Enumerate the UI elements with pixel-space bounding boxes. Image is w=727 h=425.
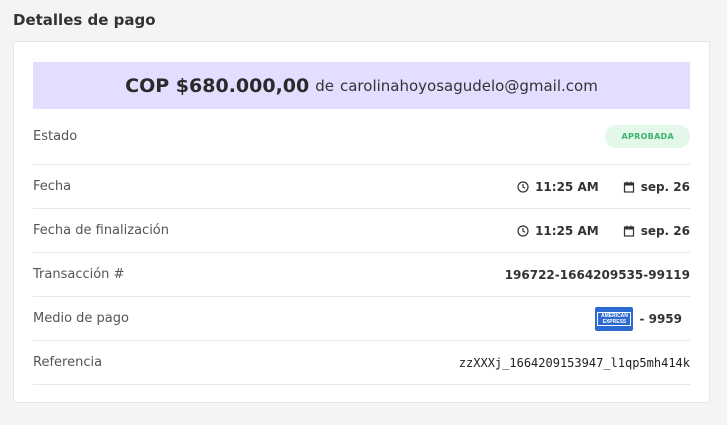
row-label-referencia: Referencia bbox=[33, 355, 103, 370]
fecha-date: sep. 26 bbox=[640, 179, 690, 194]
row-label-medio: Medio de pago bbox=[33, 311, 129, 326]
calendar-icon bbox=[623, 181, 635, 193]
fecha-value: 11:25 AM sep. 26 bbox=[517, 180, 690, 194]
row-label-fecha: Fecha bbox=[33, 179, 72, 194]
row-estado: Estado APROBADA bbox=[33, 109, 690, 165]
clock-icon bbox=[517, 180, 529, 193]
row-fecha: Fecha 11:25 AM sep. 26 bbox=[33, 165, 690, 209]
finalizacion-time: 11:25 AM bbox=[535, 223, 599, 238]
reference-value: zzXXXj_1664209153947_l1qp5mh414k bbox=[458, 355, 690, 370]
row-transaccion: Transacción # 196722-1664209535-99119 bbox=[33, 253, 690, 297]
card-last4: - 9959 bbox=[639, 311, 682, 326]
amex-card-icon: AMERICAN EXPRESS bbox=[595, 306, 634, 331]
payment-method-value: AMERICAN EXPRESS - 9959 bbox=[595, 306, 690, 331]
finalizacion-value: 11:25 AM sep. 26 bbox=[517, 224, 690, 238]
fecha-time: 11:25 AM bbox=[535, 179, 599, 194]
row-label-finalizacion: Fecha de finalización bbox=[33, 223, 169, 238]
details-list: Estado APROBADA Fecha 11:25 AM sep. 26 F… bbox=[33, 109, 690, 385]
row-label-estado: Estado bbox=[33, 129, 78, 144]
payment-amount: COP $680.000,00 bbox=[125, 74, 310, 97]
payment-details-card: COP $680.000,00 de carolinahoyosagudelo@… bbox=[13, 41, 710, 403]
status-badge: APROBADA bbox=[605, 125, 690, 148]
section-title: Detalles de pago bbox=[13, 11, 156, 29]
payer-email: carolinahoyosagudelo@gmail.com bbox=[339, 76, 598, 95]
row-medio-pago: Medio de pago AMERICAN EXPRESS - 9959 bbox=[33, 297, 690, 341]
finalizacion-date: sep. 26 bbox=[640, 223, 690, 238]
banner-connector: de bbox=[315, 76, 334, 95]
transaction-id: 196722-1664209535-99119 bbox=[504, 267, 690, 282]
payment-amount-banner: COP $680.000,00 de carolinahoyosagudelo@… bbox=[33, 62, 690, 109]
clock-icon bbox=[517, 224, 529, 237]
row-referencia: Referencia zzXXXj_1664209153947_l1qp5mh4… bbox=[33, 341, 690, 385]
row-finalizacion: Fecha de finalización 11:25 AM sep. 26 bbox=[33, 209, 690, 253]
calendar-icon bbox=[623, 225, 635, 237]
row-label-transaccion: Transacción # bbox=[33, 267, 125, 282]
amex-card-logo-text: AMERICAN EXPRESS bbox=[597, 311, 632, 326]
